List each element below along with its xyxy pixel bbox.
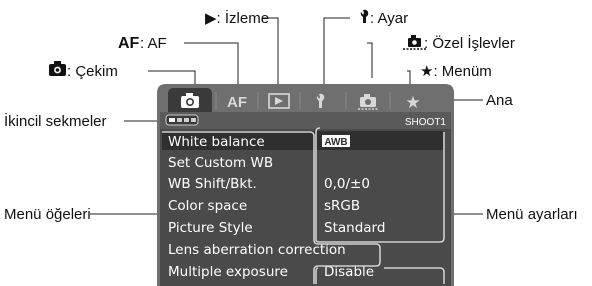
- label-af-prefix: AF: [118, 35, 140, 52]
- menu-item-white-balance[interactable]: White balance: [168, 134, 265, 150]
- menu-item-set-custom-wb[interactable]: Set Custom WB: [168, 155, 273, 171]
- menu-item-picture-style[interactable]: Picture Style: [168, 220, 253, 236]
- label-shooting: : Çekim: [67, 63, 118, 80]
- value-wb-shift: 0,0/±0: [324, 176, 370, 192]
- menu-item-wb-shift[interactable]: WB Shift/Bkt.: [168, 176, 257, 192]
- menu-item-multiple-exposure[interactable]: Multiple exposure: [168, 264, 288, 280]
- label-mymenu: ★: Menüm: [420, 63, 492, 80]
- svg-text:AWB: AWB: [324, 137, 347, 148]
- label-setup: : Ayar: [370, 10, 408, 27]
- tab-mymenu[interactable]: ★: [405, 93, 420, 113]
- label-custom: : Özel İşlevler: [424, 34, 515, 52]
- secondary-tab-row: SHOOT1: [160, 112, 451, 129]
- awb-icon: AWB: [322, 135, 350, 148]
- label-af: : AF: [140, 35, 167, 52]
- label-menu-items: Menü öğeleri: [4, 206, 91, 223]
- label-menu-settings: Menü ayarları: [486, 206, 578, 223]
- value-color-space: sRGB: [324, 198, 360, 214]
- custom-label-icon: [403, 35, 426, 50]
- tab-id-label: SHOOT1: [405, 117, 447, 128]
- secondary-tab-indicator[interactable]: [165, 114, 199, 126]
- menu-diagram: AF ★ SHOOT1 White balance Set Custom WB …: [4, 9, 578, 286]
- menu-item-color-space[interactable]: Color space: [168, 198, 247, 214]
- tab-af[interactable]: AF: [227, 94, 247, 111]
- camera-label-icon: [49, 61, 66, 76]
- wrench-label-icon: [360, 9, 369, 23]
- camera-screen: AF ★ SHOOT1 White balance Set Custom WB …: [157, 84, 454, 286]
- label-main: Ana: [486, 92, 513, 109]
- value-picture-style: Standard: [324, 220, 385, 236]
- label-secondary-tabs: İkincil sekmeler: [4, 112, 107, 130]
- label-playback: ▶: İzleme: [205, 9, 269, 27]
